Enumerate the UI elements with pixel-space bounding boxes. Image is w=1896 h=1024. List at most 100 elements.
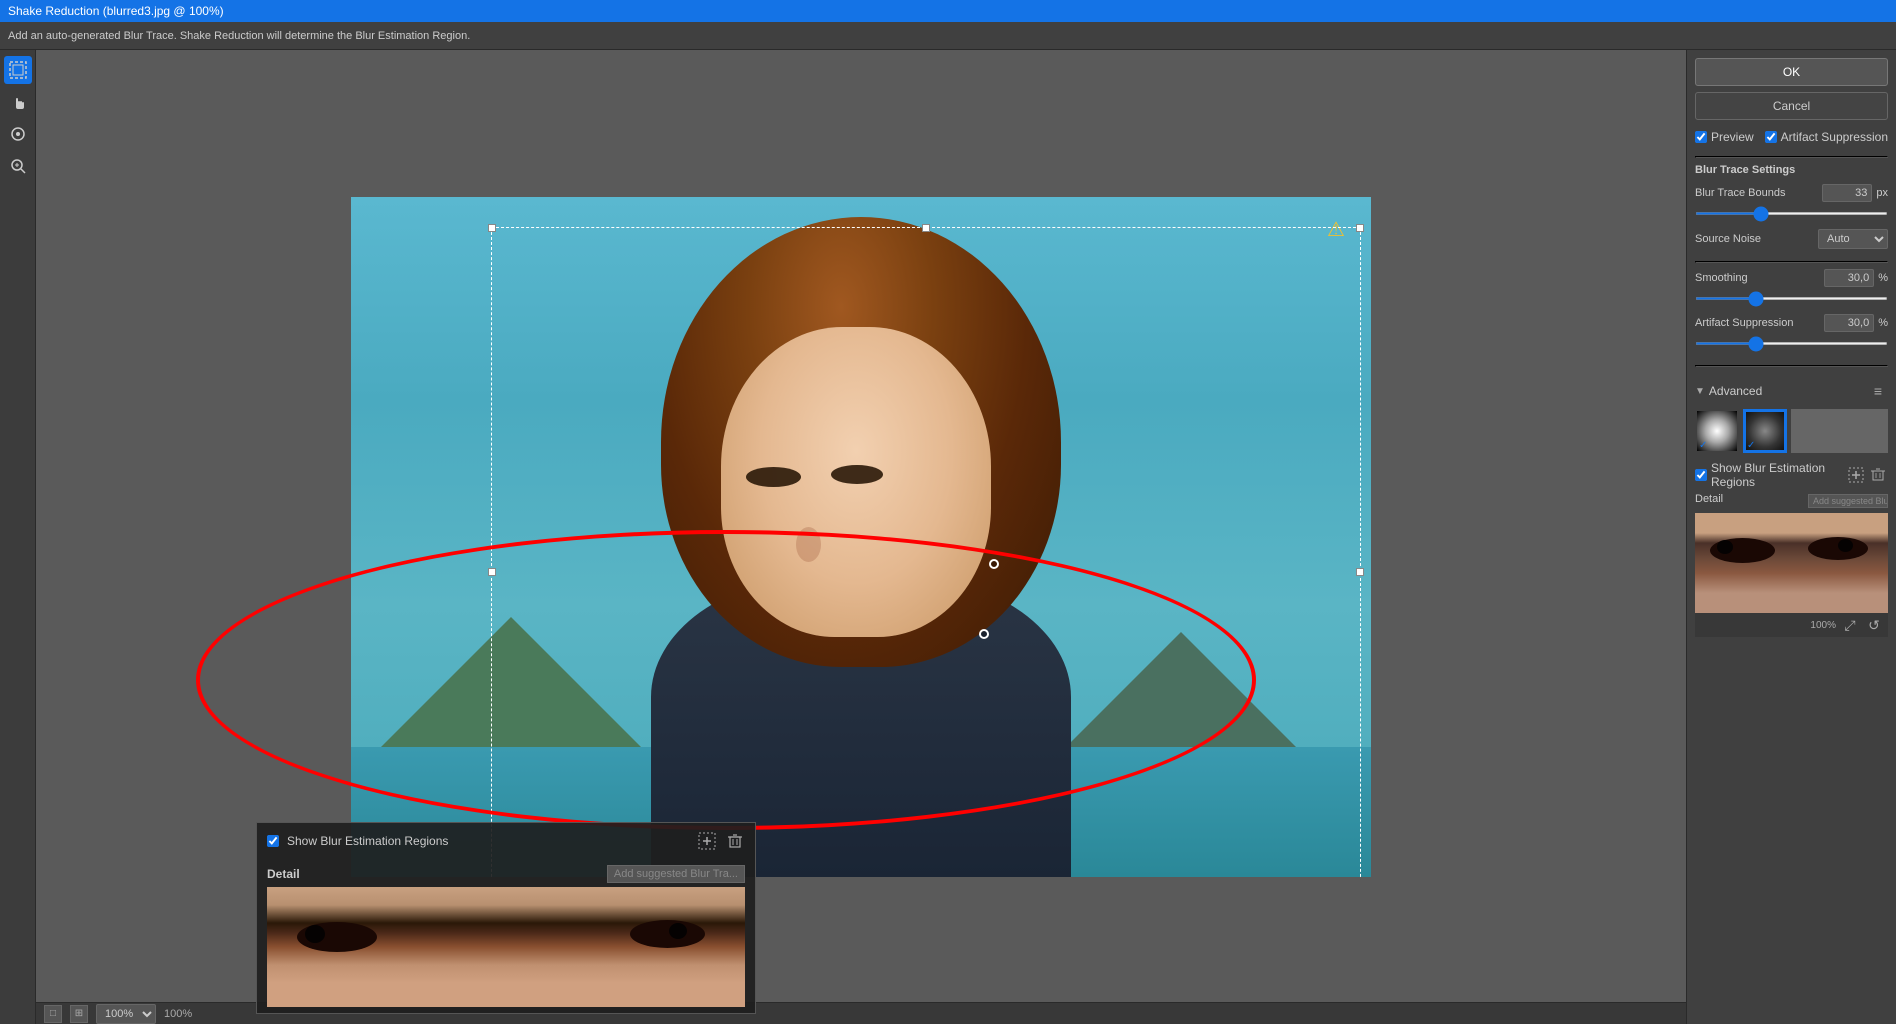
zoom-bar: 100% ⤢ ↺ bbox=[1695, 613, 1888, 637]
artifact-suppression-checkbox-wrap: Artifact Suppression bbox=[1765, 130, 1888, 144]
delete-region-btn[interactable] bbox=[1868, 465, 1888, 485]
pupil-right-detail bbox=[669, 923, 687, 939]
artifact-suppression-top-label: Artifact Suppression bbox=[1781, 130, 1888, 144]
reset-zoom-btn[interactable]: ↺ bbox=[1864, 615, 1884, 635]
hand-icon bbox=[9, 93, 27, 111]
thumb-check-1: ✓ bbox=[1699, 440, 1707, 451]
zoom-select[interactable]: 100% 50% 200% bbox=[96, 1004, 156, 1024]
artifact-suppression-top-checkbox[interactable] bbox=[1765, 131, 1777, 143]
add-suggested-blur-trace-btn[interactable]: Add suggested Blur Trace bbox=[1808, 494, 1888, 508]
finger-icon bbox=[9, 125, 27, 143]
smoothing-input[interactable] bbox=[1824, 269, 1874, 287]
preview-checkbox[interactable] bbox=[1695, 131, 1707, 143]
detail-section: Detail Add suggested Blur Trace 100% ⤢ ↺ bbox=[1695, 493, 1888, 637]
advanced-section: ▼ Advanced ≡ ✓ ✓ bbox=[1695, 381, 1888, 637]
artifact-suppression-input[interactable] bbox=[1824, 314, 1874, 332]
blur-trace-bounds-unit: px bbox=[1876, 187, 1888, 199]
thumb-placeholder bbox=[1791, 409, 1888, 453]
thumb-check-2: ✓ bbox=[1747, 440, 1755, 451]
finger-tool-btn[interactable] bbox=[4, 120, 32, 148]
advanced-header[interactable]: ▼ Advanced ≡ bbox=[1695, 381, 1888, 401]
smoothing-value-wrap: % bbox=[1824, 269, 1888, 287]
show-blur-estimation-checkbox[interactable] bbox=[1695, 469, 1707, 481]
artifact-suppression-label: Artifact Suppression bbox=[1695, 317, 1793, 329]
thumb-item-2[interactable]: ✓ bbox=[1743, 409, 1787, 453]
popup-show-blur-checkbox[interactable] bbox=[267, 835, 279, 847]
zoom-label: 100% bbox=[164, 1008, 192, 1020]
artifact-suppression-value-wrap: % bbox=[1824, 314, 1888, 332]
popup-show-blur-label: Show Blur Estimation Regions bbox=[287, 834, 448, 848]
artifact-suppression-slider[interactable] bbox=[1695, 342, 1888, 345]
advanced-options-btn[interactable]: ≡ bbox=[1868, 381, 1888, 401]
detail-header-row: Detail Add suggested Blur Trace bbox=[1695, 493, 1888, 509]
blur-trace-bounds-container: Blur Trace Bounds px bbox=[1695, 184, 1888, 221]
right-panel: OK Cancel Preview Artifact Suppression B… bbox=[1686, 50, 1896, 1024]
popup-delete-btn[interactable] bbox=[725, 831, 745, 851]
fit-zoom-btn[interactable]: ⤢ bbox=[1840, 615, 1860, 635]
preview-label: Preview bbox=[1711, 130, 1754, 144]
blur-trace-bounds-input[interactable] bbox=[1822, 184, 1872, 202]
popup-body: Detail Add suggested Blur Tra... bbox=[257, 859, 755, 1013]
selection-icon bbox=[9, 61, 27, 79]
left-toolbar bbox=[0, 50, 36, 1024]
preview-row: Preview Artifact Suppression bbox=[1695, 130, 1888, 144]
status-message: Add an auto-generated Blur Trace. Shake … bbox=[8, 30, 470, 42]
eye-right-detail bbox=[630, 920, 705, 948]
source-noise-label: Source Noise bbox=[1695, 233, 1761, 245]
selection-tool-btn[interactable] bbox=[4, 56, 32, 84]
center-dot-1 bbox=[989, 559, 999, 569]
artifact-suppression-container: Artifact Suppression % bbox=[1695, 314, 1888, 351]
add-region-icon-right bbox=[1848, 467, 1864, 483]
rp-pupil-right bbox=[1838, 539, 1853, 552]
smoothing-row: Smoothing % bbox=[1695, 269, 1888, 287]
zoom-percentage: 100% bbox=[1810, 620, 1836, 631]
pupil-left-detail bbox=[305, 925, 325, 943]
smoothing-unit: % bbox=[1878, 272, 1888, 284]
cancel-button[interactable]: Cancel bbox=[1695, 92, 1888, 120]
eye-left bbox=[746, 467, 801, 487]
multi-view-btn[interactable]: ⊞ bbox=[70, 1005, 88, 1023]
popup-add-suggested-label[interactable]: Add suggested Blur Tra... bbox=[607, 865, 745, 883]
title-text: Shake Reduction (blurred3.jpg @ 100%) bbox=[8, 4, 224, 18]
popup-detail-label: Detail bbox=[267, 867, 300, 881]
image-container: ⚠ bbox=[351, 197, 1371, 877]
source-noise-row: Source Noise Auto Low Medium High bbox=[1695, 229, 1888, 249]
blur-trace-bounds-slider[interactable] bbox=[1695, 212, 1888, 215]
main-image: ⚠ bbox=[351, 197, 1371, 877]
advanced-label: Advanced bbox=[1709, 384, 1762, 398]
rp-pupil-left bbox=[1717, 540, 1733, 554]
center-dot-2 bbox=[979, 629, 989, 639]
popup-detail-image bbox=[267, 887, 745, 1007]
divider-1 bbox=[1695, 156, 1888, 158]
canvas-area[interactable]: ⚠ Show B bbox=[36, 50, 1686, 1024]
smoothing-slider[interactable] bbox=[1695, 297, 1888, 300]
trash-icon-right bbox=[1871, 468, 1885, 482]
show-blur-row: Show Blur Estimation Regions bbox=[1695, 461, 1888, 489]
advanced-chevron: ▼ bbox=[1695, 386, 1705, 397]
thumb-grid: ✓ ✓ bbox=[1695, 409, 1888, 453]
artifact-suppression-unit: % bbox=[1878, 317, 1888, 329]
show-blur-actions bbox=[1846, 465, 1888, 485]
thumb-item-1[interactable]: ✓ bbox=[1695, 409, 1739, 453]
artifact-suppression-row: Artifact Suppression % bbox=[1695, 314, 1888, 332]
warning-icon: ⚠ bbox=[1327, 217, 1351, 241]
divider-3 bbox=[1695, 365, 1888, 367]
detail-label: Detail bbox=[1695, 493, 1723, 505]
blur-trace-settings-title: Blur Trace Settings bbox=[1695, 164, 1888, 176]
zoom-icon bbox=[9, 157, 27, 175]
detail-preview bbox=[1695, 513, 1888, 613]
nose bbox=[796, 527, 821, 562]
title-bar: Shake Reduction (blurred3.jpg @ 100%) bbox=[0, 0, 1896, 22]
popup-overlay: Show Blur Estimation Regions bbox=[256, 822, 756, 1014]
show-blur-checkbox-wrap: Show Blur Estimation Regions bbox=[1695, 461, 1846, 489]
hand-tool-btn[interactable] bbox=[4, 88, 32, 116]
source-noise-select[interactable]: Auto Low Medium High bbox=[1818, 229, 1888, 249]
main-layout: ⚠ Show B bbox=[0, 50, 1896, 1024]
ok-button[interactable]: OK bbox=[1695, 58, 1888, 86]
divider-2 bbox=[1695, 261, 1888, 263]
zoom-tool-btn[interactable] bbox=[4, 152, 32, 180]
popup-add-region-btn[interactable] bbox=[697, 831, 717, 851]
add-region-btn[interactable] bbox=[1846, 465, 1866, 485]
frame-view-btn[interactable]: □ bbox=[44, 1005, 62, 1023]
status-bar: Add an auto-generated Blur Trace. Shake … bbox=[0, 22, 1896, 50]
